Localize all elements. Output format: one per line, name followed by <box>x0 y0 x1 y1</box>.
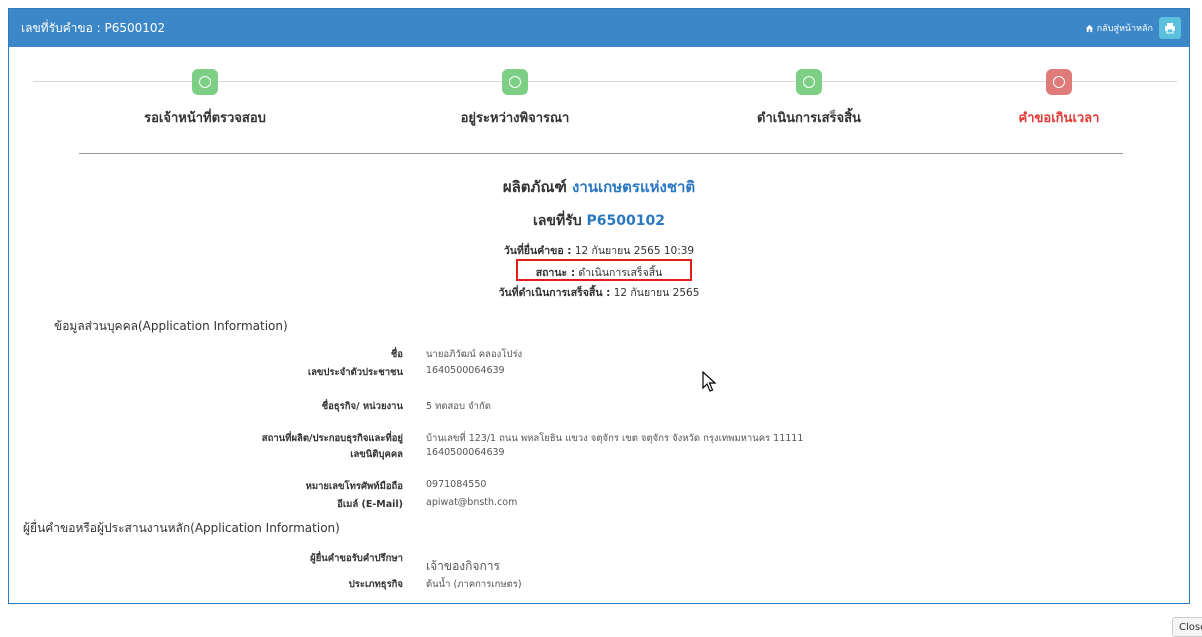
header-actions: กลับสู่หน้าหลัก <box>1085 17 1181 39</box>
field-label: ผู้ยื่นคำขอรับคำปรึกษา <box>310 553 403 564</box>
submit-date: วันที่ยื่นคำขอ : 12 กันยายน 2565 10:39 <box>9 242 1189 259</box>
completion-date-value: 12 กันยายน 2565 <box>613 287 700 299</box>
field-label: อีเมล์ (E-Mail) <box>337 499 403 510</box>
printer-icon <box>1165 23 1175 34</box>
step-indicator <box>502 69 528 95</box>
circle-icon <box>199 76 211 88</box>
applicant-info-heading: ผู้ยื่นคำขอหรือผู้ประสานงานหลัก(Applicat… <box>23 521 340 535</box>
field-label: สถานที่ผลิต/ประกอบธุรกิจและที่อยู่ <box>261 433 403 444</box>
step-indicator <box>192 69 218 95</box>
field-value: ต้นน้ำ (ภาคการเกษตร) <box>426 579 522 590</box>
close-button[interactable]: Close <box>1172 617 1202 637</box>
field-value: เจ้าของกิจการ <box>426 559 500 573</box>
product-title: ผลิตภัณฑ์ งานเกษตรแห่งชาติ <box>9 175 1189 199</box>
receipt-number: เลขที่รับ P6500102 <box>9 210 1189 232</box>
step-overdue: คำขอเกินเวลา <box>949 69 1169 128</box>
submit-date-label: วันที่ยื่นคำขอ : <box>503 245 572 257</box>
step-label: ดำเนินการเสร็จสิ้น <box>757 111 861 126</box>
section-divider <box>79 153 1123 154</box>
step-label: คำขอเกินเวลา <box>1018 111 1100 126</box>
progress-steps: รอเจ้าหน้าที่ตรวจสอบ อยู่ระหว่างพิจารณา … <box>9 47 1189 157</box>
submit-date-value: 12 กันยายน 2565 10:39 <box>574 245 695 257</box>
product-prefix: ผลิตภัณฑ์ <box>502 178 567 196</box>
completion-date-label: วันที่ดำเนินการเสร็จสิ้น : <box>498 287 611 299</box>
step-completed: ดำเนินการเสร็จสิ้น <box>699 69 919 128</box>
field-value: 5 ทดสอบ จำกัด <box>426 401 491 412</box>
back-home-link[interactable]: กลับสู่หน้าหลัก <box>1085 21 1153 35</box>
completion-date: วันที่ดำเนินการเสร็จสิ้น : 12 กันยายน 25… <box>9 284 1189 301</box>
step-under-consideration: อยู่ระหว่างพิจารณา <box>405 69 625 128</box>
step-pending-review: รอเจ้าหน้าที่ตรวจสอบ <box>95 69 315 128</box>
field-value: บ้านเลขที่ 123/1 ถนน พหลโยธิน แขวง จตุจั… <box>426 433 804 444</box>
circle-icon <box>509 76 521 88</box>
print-button[interactable] <box>1159 17 1181 39</box>
panel-header: เลขที่รับคำขอ : P6500102 กลับสู่หน้าหลัก <box>9 9 1189 47</box>
step-indicator <box>796 69 822 95</box>
product-name: งานเกษตรแห่งชาติ <box>572 178 696 196</box>
field-label: ประเภทธุรกิจ <box>348 579 403 590</box>
field-label: ชื่อ <box>390 349 403 360</box>
field-label: เลขประจำตัวประชาชน <box>307 367 403 378</box>
home-icon <box>1085 24 1093 32</box>
receipt-prefix: เลขที่รับ <box>533 213 582 229</box>
circle-icon <box>803 76 815 88</box>
field-value: นายอภิวัฒน์ คลองโปร่ง <box>426 349 523 360</box>
field-label: หมายเลขโทรศัพท์มือถือ <box>305 481 403 492</box>
mouse-cursor-icon <box>702 371 716 392</box>
step-label: รอเจ้าหน้าที่ตรวจสอบ <box>144 111 266 126</box>
circle-icon <box>1053 76 1065 88</box>
request-detail-panel: เลขที่รับคำขอ : P6500102 กลับสู่หน้าหลัก… <box>8 8 1190 604</box>
field-label: ชื่อธุรกิจ/ หน่วยงาน <box>321 401 403 412</box>
personal-info-heading: ข้อมูลส่วนบุคคล(Application Information) <box>54 319 288 333</box>
request-number-title: เลขที่รับคำขอ : P6500102 <box>21 20 166 35</box>
step-label: อยู่ระหว่างพิจารณา <box>460 111 570 126</box>
back-home-label: กลับสู่หน้าหลัก <box>1096 24 1153 34</box>
field-value: 1640500064639 <box>426 447 505 458</box>
step-indicator <box>1046 69 1072 95</box>
field-label: เลขนิติบุคคล <box>350 449 403 460</box>
status-highlight-box <box>516 259 692 281</box>
field-value: 0971084550 <box>426 479 487 490</box>
field-value: apiwat@bnsth.com <box>426 497 518 508</box>
receipt-value: P6500102 <box>586 213 665 229</box>
field-value: 1640500064639 <box>426 365 505 376</box>
